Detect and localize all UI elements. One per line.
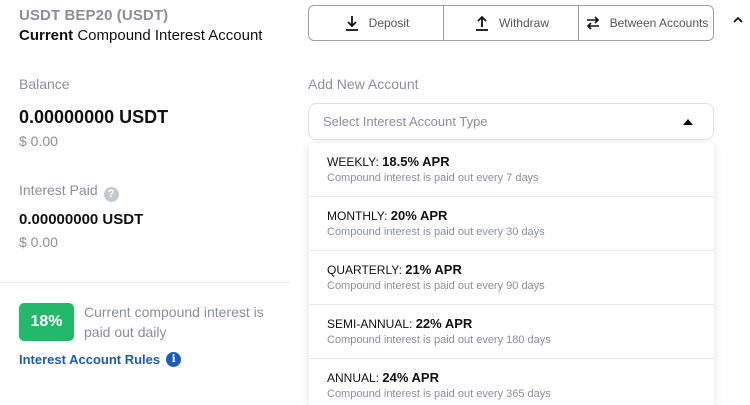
interest-account-rules-link[interactable]: Interest Account Rules i <box>19 352 182 367</box>
option-apr: 20% APR <box>390 208 448 223</box>
current-rate-badge: 18% <box>19 303 74 341</box>
caret-up-icon <box>683 119 693 125</box>
option-apr: 22% APR <box>415 316 473 331</box>
between-accounts-button[interactable]: Between Accounts <box>579 6 713 40</box>
deposit-icon <box>345 16 358 31</box>
rules-link-label: Interest Account Rules <box>19 352 161 367</box>
balance-value: 0.00000000 USDT <box>19 107 169 127</box>
option-description: Compound interest is paid out every 180 … <box>327 334 551 346</box>
account-type-dropdown: WEEKLY: 18.5% APR Compound interest is p… <box>309 143 714 405</box>
account-actions-group: Deposit Withdraw Between Accounts <box>308 5 714 41</box>
add-new-account-label: Add New Account <box>308 76 419 92</box>
interest-paid-label: Interest Paid <box>19 182 98 198</box>
option-name: SEMI-ANNUAL: <box>327 317 416 331</box>
option-description: Compound interest is paid out every 30 d… <box>327 226 545 238</box>
deposit-label: Deposit <box>368 16 410 30</box>
account-title: USDT BEP20 (USDT) <box>19 7 169 24</box>
withdraw-label: Withdraw <box>498 16 549 30</box>
option-weekly[interactable]: WEEKLY: 18.5% APR Compound interest is p… <box>309 143 714 197</box>
withdraw-button[interactable]: Withdraw <box>444 6 579 40</box>
transfer-arrows-icon <box>586 16 599 30</box>
help-icon[interactable]: ? <box>103 186 119 202</box>
select-placeholder: Select Interest Account Type <box>323 114 488 129</box>
option-name: MONTHLY: <box>327 209 391 223</box>
current-rate-text: Current compound interest is paid out da… <box>84 304 264 340</box>
option-monthly[interactable]: MONTHLY: 20% APR Compound interest is pa… <box>309 197 714 251</box>
divider <box>0 282 290 283</box>
option-name: QUARTERLY: <box>327 263 406 277</box>
option-description: Compound interest is paid out every 90 d… <box>327 280 545 292</box>
account-subtitle: Current Compound Interest Account <box>19 27 262 44</box>
interest-paid-usd: $ 0.00 <box>19 234 58 250</box>
account-subtitle-rest: Compound Interest Account <box>73 27 263 44</box>
balance-usd: $ 0.00 <box>19 133 58 149</box>
deposit-button[interactable]: Deposit <box>309 6 444 40</box>
option-description: Compound interest is paid out every 7 da… <box>327 172 539 184</box>
account-type-select[interactable]: Select Interest Account Type <box>308 103 714 140</box>
option-description: Compound interest is paid out every 365 … <box>327 388 551 400</box>
option-apr: 18.5% APR <box>382 154 450 169</box>
option-quarterly[interactable]: QUARTERLY: 21% APR Compound interest is … <box>309 251 714 305</box>
info-icon: i <box>166 352 182 367</box>
option-annual[interactable]: ANNUAL: 24% APR Compound interest is pai… <box>309 359 714 405</box>
balance-label: Balance <box>19 76 70 92</box>
option-name: WEEKLY: <box>327 155 383 169</box>
withdraw-icon <box>475 15 488 31</box>
option-name: ANNUAL: <box>327 371 383 385</box>
between-accounts-label: Between Accounts <box>609 16 709 30</box>
option-apr: 21% APR <box>405 262 462 277</box>
chevron-up-icon[interactable] <box>732 14 744 26</box>
account-subtitle-bold: Current <box>19 27 74 44</box>
interest-paid-value: 0.00000000 USDT <box>19 211 144 228</box>
option-apr: 24% APR <box>382 370 439 385</box>
option-semi-annual[interactable]: SEMI-ANNUAL: 22% APR Compound interest i… <box>309 305 714 359</box>
interest-paid-label-row: Interest Paid? <box>19 182 119 202</box>
